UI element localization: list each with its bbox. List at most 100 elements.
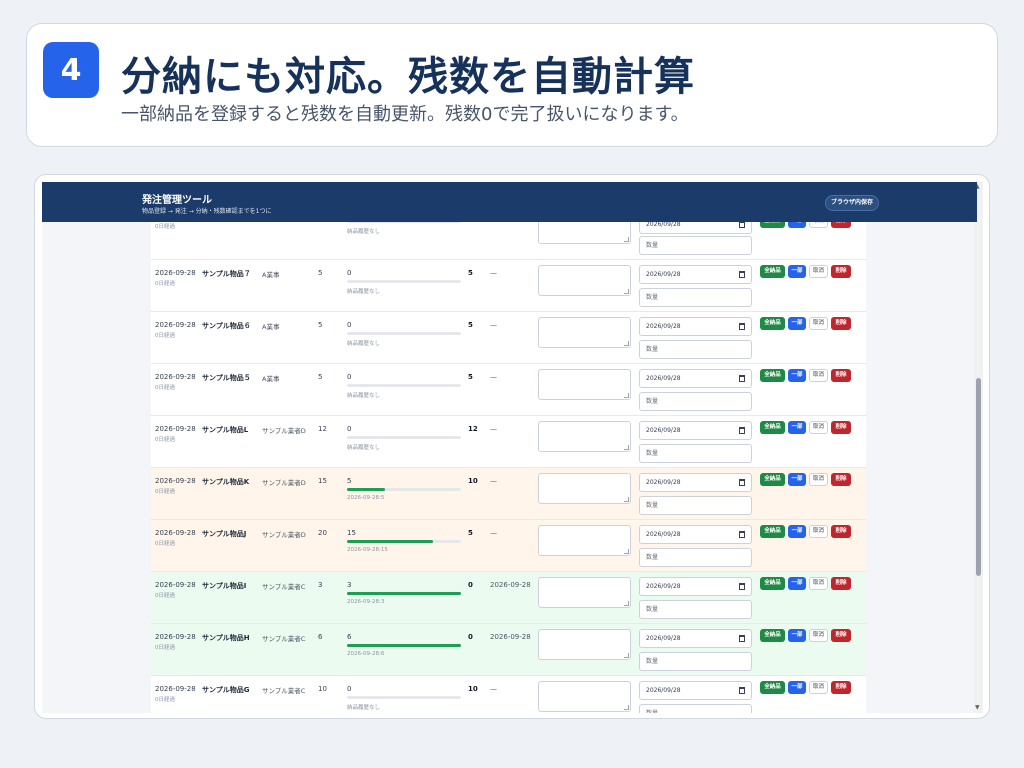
partial-delivery-button[interactable]: 一部 bbox=[788, 317, 806, 330]
scrollbar[interactable]: ▲ ▼ bbox=[974, 182, 983, 713]
cancel-delivery-button[interactable]: 取消 bbox=[809, 681, 828, 694]
delivery-date-input[interactable]: 2026/09/28 bbox=[639, 473, 752, 492]
full-delivery-button[interactable]: 全納品 bbox=[760, 525, 785, 538]
delivery-quantity-input[interactable]: 数量 bbox=[639, 704, 752, 713]
partial-delivery-button[interactable]: 一部 bbox=[788, 525, 806, 538]
partial-delivery-button[interactable]: 一部 bbox=[788, 421, 806, 434]
vendor-name: A業事 bbox=[262, 323, 280, 331]
delivered-quantity: 0 bbox=[347, 685, 352, 693]
delivery-date-input[interactable]: 2026/09/28 bbox=[639, 369, 752, 388]
full-delivery-button[interactable]: 全納品 bbox=[760, 629, 785, 642]
memo-textarea[interactable] bbox=[538, 525, 631, 556]
delivery-quantity-input[interactable]: 数量 bbox=[639, 496, 752, 515]
item-name: サンプル物品H bbox=[202, 634, 250, 642]
delivery-date-input[interactable]: 2026/09/28 bbox=[639, 681, 752, 700]
calendar-icon[interactable] bbox=[739, 687, 745, 694]
calendar-icon[interactable] bbox=[739, 375, 745, 382]
cancel-delivery-button[interactable]: 取消 bbox=[809, 369, 828, 382]
delivery-quantity-input[interactable]: 数量 bbox=[639, 600, 752, 619]
memo-textarea[interactable] bbox=[538, 421, 631, 452]
memo-textarea[interactable] bbox=[538, 265, 631, 296]
delete-order-button[interactable]: 削除 bbox=[831, 421, 851, 434]
elapsed-days: 0日経過 bbox=[155, 697, 175, 703]
full-delivery-button[interactable]: 全納品 bbox=[760, 369, 785, 382]
cancel-delivery-button[interactable]: 取消 bbox=[809, 265, 828, 278]
order-quantity: 20 bbox=[318, 529, 327, 537]
full-delivery-button[interactable]: 全納品 bbox=[760, 473, 785, 486]
full-delivery-button[interactable]: 全納品 bbox=[760, 681, 785, 694]
delete-order-button[interactable]: 削除 bbox=[831, 369, 851, 382]
delete-order-button[interactable]: 削除 bbox=[831, 577, 851, 590]
delivery-quantity-input[interactable]: 数量 bbox=[639, 444, 752, 463]
elapsed-days: 0日経過 bbox=[155, 645, 175, 651]
full-delivery-button[interactable]: 全納品 bbox=[760, 317, 785, 330]
vendor-name: サンプル業者C bbox=[262, 583, 306, 591]
scroll-down-arrow-icon[interactable]: ▼ bbox=[975, 705, 980, 711]
item-name: サンプル物品I bbox=[202, 582, 247, 590]
memo-textarea[interactable] bbox=[538, 577, 631, 608]
completed-date: — bbox=[490, 529, 497, 537]
memo-textarea[interactable] bbox=[538, 317, 631, 348]
delivery-history: 納品履歴なし bbox=[347, 393, 381, 399]
delivery-history: 納品履歴なし bbox=[347, 289, 381, 295]
delivery-quantity-input[interactable]: 数量 bbox=[639, 652, 752, 671]
calendar-icon[interactable] bbox=[739, 531, 745, 538]
delete-order-button[interactable]: 削除 bbox=[831, 681, 851, 694]
memo-textarea[interactable] bbox=[538, 681, 631, 712]
delete-order-button[interactable]: 削除 bbox=[831, 629, 851, 642]
delivery-progress-bar bbox=[347, 436, 461, 439]
partial-delivery-button[interactable]: 一部 bbox=[788, 629, 806, 642]
delivery-date-input[interactable]: 2026/09/28 bbox=[639, 577, 752, 596]
partial-delivery-button[interactable]: 一部 bbox=[788, 577, 806, 590]
memo-textarea[interactable] bbox=[538, 473, 631, 504]
calendar-icon[interactable] bbox=[739, 479, 745, 486]
delivery-date-value: 2026/09/28 bbox=[646, 221, 681, 228]
delivery-quantity-input[interactable]: 数量 bbox=[639, 288, 752, 307]
delete-order-button[interactable]: 削除 bbox=[831, 265, 851, 278]
full-delivery-button[interactable]: 全納品 bbox=[760, 577, 785, 590]
partial-delivery-button[interactable]: 一部 bbox=[788, 473, 806, 486]
table-row: 2026-09-28 0日経過 サンプル物品７ A業事 5 0 納品履歴なし 5 — 2026/0… bbox=[151, 260, 866, 312]
partial-delivery-button[interactable]: 一部 bbox=[788, 265, 806, 278]
delivered-quantity: 0 bbox=[347, 373, 352, 381]
completed-date: — bbox=[490, 321, 497, 329]
full-delivery-button[interactable]: 全納品 bbox=[760, 421, 785, 434]
scrollbar-thumb[interactable] bbox=[976, 378, 981, 576]
browser-save-badge[interactable]: ブラウザ内保存 bbox=[825, 195, 880, 211]
cancel-delivery-button[interactable]: 取消 bbox=[809, 473, 828, 486]
calendar-icon[interactable] bbox=[739, 221, 745, 228]
cancel-delivery-button[interactable]: 取消 bbox=[809, 421, 828, 434]
delivery-date-input[interactable]: 2026/09/28 bbox=[639, 421, 752, 440]
calendar-icon[interactable] bbox=[739, 583, 745, 590]
order-quantity: 5 bbox=[318, 269, 323, 277]
cancel-delivery-button[interactable]: 取消 bbox=[809, 629, 828, 642]
remaining-quantity: 5 bbox=[468, 321, 473, 329]
delivery-date-input[interactable]: 2026/09/28 bbox=[639, 525, 752, 544]
partial-delivery-button[interactable]: 一部 bbox=[788, 681, 806, 694]
completed-date: 2026-09-28 bbox=[490, 581, 531, 589]
elapsed-days: 0日経過 bbox=[155, 489, 175, 495]
delete-order-button[interactable]: 削除 bbox=[831, 525, 851, 538]
delete-order-button[interactable]: 削除 bbox=[831, 317, 851, 330]
calendar-icon[interactable] bbox=[739, 323, 745, 330]
partial-delivery-button[interactable]: 一部 bbox=[788, 369, 806, 382]
delivered-quantity: 3 bbox=[347, 581, 352, 589]
delivery-date-input[interactable]: 2026/09/28 bbox=[639, 629, 752, 648]
delivery-quantity-input[interactable]: 数量 bbox=[639, 236, 752, 255]
cancel-delivery-button[interactable]: 取消 bbox=[809, 577, 828, 590]
delivery-quantity-input[interactable]: 数量 bbox=[639, 392, 752, 411]
full-delivery-button[interactable]: 全納品 bbox=[760, 265, 785, 278]
delivery-quantity-input[interactable]: 数量 bbox=[639, 548, 752, 567]
delete-order-button[interactable]: 削除 bbox=[831, 473, 851, 486]
cancel-delivery-button[interactable]: 取消 bbox=[809, 317, 828, 330]
calendar-icon[interactable] bbox=[739, 271, 745, 278]
calendar-icon[interactable] bbox=[739, 427, 745, 434]
vendor-name: A業事 bbox=[262, 375, 280, 383]
delivery-date-input[interactable]: 2026/09/28 bbox=[639, 265, 752, 284]
delivery-quantity-input[interactable]: 数量 bbox=[639, 340, 752, 359]
cancel-delivery-button[interactable]: 取消 bbox=[809, 525, 828, 538]
memo-textarea[interactable] bbox=[538, 629, 631, 660]
memo-textarea[interactable] bbox=[538, 369, 631, 400]
delivery-date-input[interactable]: 2026/09/28 bbox=[639, 317, 752, 336]
calendar-icon[interactable] bbox=[739, 635, 745, 642]
